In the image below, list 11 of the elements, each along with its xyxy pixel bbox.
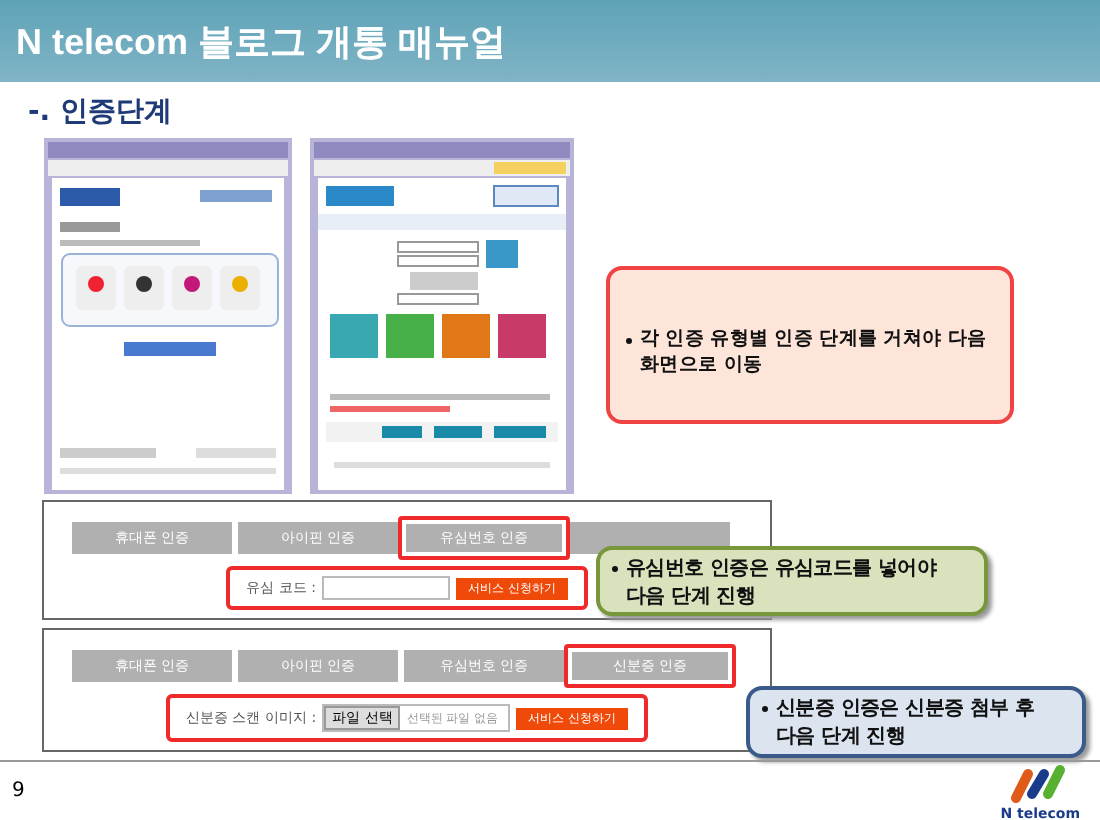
bullet-icon (762, 706, 768, 712)
slide-title: N telecom 블로그 개통 매뉴얼 (16, 19, 507, 65)
page-number: 9 (12, 780, 25, 802)
bullet-icon (612, 566, 618, 572)
bullet-icon (626, 338, 632, 344)
input-field[interactable] (321, 576, 450, 600)
logo-icon (1010, 761, 1071, 805)
section-title: -. 인증단계 (28, 94, 175, 130)
callout-text: 각 인증 유형별 인증 단계를 거쳐야 다음 화면으로 이동 (640, 326, 989, 378)
callout-text: 유심번호 인증은 유심코드를 넣어야 다음 단계 진행 (626, 556, 939, 610)
callout-text: 신분증 인증은 신분증 첨부 후 다음 단계 진행 (776, 696, 1037, 750)
